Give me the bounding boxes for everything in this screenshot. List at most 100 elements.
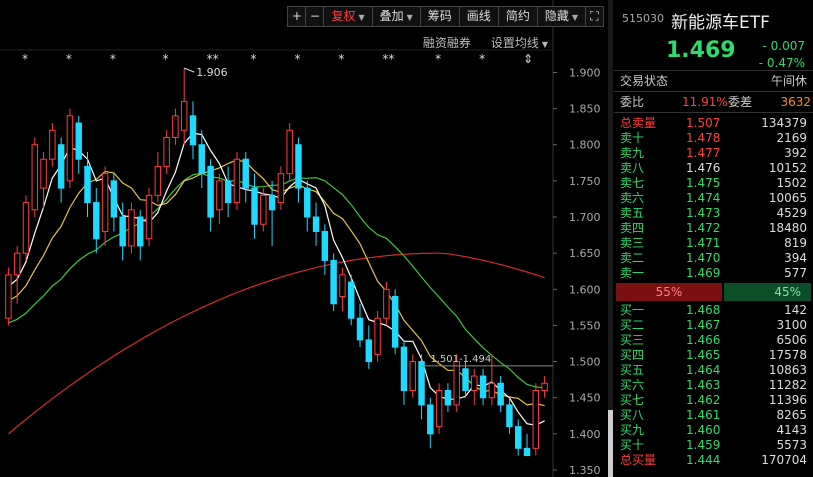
- ask-label: 卖七: [620, 176, 645, 190]
- y-tick-label: 1.550: [569, 319, 601, 332]
- zoom-in-button[interactable]: +: [287, 6, 307, 27]
- ask-level-row[interactable]: 卖九 1.477 392: [614, 146, 813, 161]
- bid-price: 1.468: [686, 303, 721, 317]
- ask-price: 1.477: [686, 146, 721, 160]
- bid-level-row[interactable]: 买二 1.467 3100: [614, 318, 813, 333]
- candle-body: [330, 259, 337, 305]
- bid-price: 1.465: [686, 348, 721, 362]
- ask-level-row[interactable]: 卖三 1.471 819: [614, 236, 813, 251]
- bid-level-row[interactable]: 买三 1.466 6506: [614, 333, 813, 348]
- change-percent: - 0.47%: [758, 56, 805, 70]
- bid-label: 买二: [620, 318, 645, 332]
- wb-label: 委比: [620, 95, 645, 109]
- ask-label: 总卖量: [620, 116, 657, 130]
- bid-level-row[interactable]: 买八 1.461 8265: [614, 408, 813, 423]
- draw-line-button[interactable]: 画线: [458, 6, 499, 27]
- candle-body: [400, 346, 408, 391]
- bid-price: 1.461: [686, 408, 721, 422]
- total-bid-row[interactable]: 总买量 1.444 170704: [614, 453, 813, 468]
- candle-body: [427, 404, 434, 435]
- candle-body: [268, 194, 276, 211]
- hide-dropdown[interactable]: 隐藏 ▼: [536, 6, 586, 27]
- bid-level-row[interactable]: 买七 1.462 11396: [614, 393, 813, 408]
- ask-label: 卖十: [620, 131, 645, 145]
- bid-volume: 10863: [768, 363, 807, 377]
- wc-label: 委差: [728, 95, 753, 109]
- bid-level-row[interactable]: 买五 1.464 10863: [614, 363, 813, 378]
- bid-volume: 11282: [768, 378, 807, 392]
- range-label: 1.501-1.494: [430, 354, 491, 365]
- candle-body: [479, 375, 487, 399]
- ma-settings-dropdown[interactable]: 设置均线 ▼: [491, 34, 548, 51]
- chevron-down-icon: ▼: [358, 13, 365, 22]
- ask-level-row[interactable]: 卖五 1.473 4529: [614, 206, 813, 221]
- y-tick-label: 1.750: [569, 175, 601, 188]
- kline-chart[interactable]: 1.900 1.850 1.800 1.750 1.700 1.650 1.600 1.550…: [0, 0, 608, 477]
- chevron-down-icon: ▼: [406, 13, 413, 22]
- ask-book: 总卖量 1.507 134379 卖十 1.478 2169 卖九 1.477 392 卖八 1.4…: [614, 113, 813, 281]
- bid-volume: 11396: [768, 393, 807, 407]
- ask-volume: 10152: [768, 161, 807, 175]
- candle-body: [515, 426, 522, 449]
- candle-body: [163, 137, 170, 167]
- candle-body: [312, 216, 320, 232]
- margin-trading-button[interactable]: 融资融券: [423, 34, 471, 51]
- candle-body: [391, 296, 399, 348]
- bid-price: 1.464: [686, 363, 721, 377]
- y-tick-label: 1.500: [569, 356, 601, 369]
- candle-body: [453, 361, 460, 406]
- zoom-out-button[interactable]: −: [305, 6, 325, 27]
- ask-level-row[interactable]: 卖一 1.469 577: [614, 266, 813, 281]
- simple-mode-button[interactable]: 简约: [497, 6, 538, 27]
- bid-label: 买四: [620, 348, 645, 362]
- ask-level-row[interactable]: 卖八 1.476 10152: [614, 161, 813, 176]
- ask-level-row[interactable]: 卖四 1.472 18480: [614, 221, 813, 236]
- security-code: 515030: [622, 12, 664, 25]
- total-ask-row[interactable]: 总卖量 1.507 134379: [614, 116, 813, 131]
- ask-volume: 10065: [768, 191, 807, 205]
- bid-label: 总买量: [620, 453, 657, 467]
- y-tick-label: 1.600: [569, 283, 601, 296]
- candle-body: [137, 216, 144, 247]
- ma60-line: [8, 252, 545, 435]
- y-tick-label: 1.650: [569, 247, 601, 260]
- event-marker: *: [479, 52, 485, 66]
- ask-level-row[interactable]: 卖十 1.478 2169: [614, 131, 813, 146]
- candle-body: [277, 173, 285, 204]
- order-ratio-row: 委比 11.91% 委差 3632: [614, 92, 813, 113]
- security-name: 新能源车ETF: [671, 13, 770, 33]
- change-value: - 0.007: [762, 39, 806, 53]
- y-tick-label: 1.350: [569, 464, 601, 477]
- ask-level-row[interactable]: 卖六 1.474 10065: [614, 191, 813, 206]
- ask-level-row[interactable]: 卖七 1.475 1502: [614, 176, 813, 191]
- candle-body: [444, 389, 452, 406]
- ask-level-row[interactable]: 卖二 1.470 394: [614, 251, 813, 266]
- scrollbar-thumb[interactable]: [608, 410, 613, 477]
- bid-level-row[interactable]: 买十 1.459 5573: [614, 438, 813, 453]
- event-marker: **: [382, 52, 394, 66]
- event-marker: *: [110, 52, 116, 66]
- bid-price: 1.466: [686, 333, 721, 347]
- expand-icon[interactable]: ⛶: [585, 6, 604, 27]
- scrollbar[interactable]: [608, 0, 613, 477]
- bid-level-row[interactable]: 买九 1.460 4143: [614, 423, 813, 438]
- bid-level-row[interactable]: 买四 1.465 17578: [614, 348, 813, 363]
- overlay-dropdown[interactable]: 叠加 ▼: [371, 6, 421, 27]
- bid-volume: 4143: [776, 423, 807, 437]
- bid-volume: 142: [784, 303, 807, 317]
- candle-body: [93, 202, 100, 240]
- ask-price: 1.507: [686, 116, 721, 130]
- chips-button[interactable]: 筹码: [419, 6, 460, 27]
- bid-level-row[interactable]: 买一 1.468 142: [614, 303, 813, 318]
- candle-body: [207, 165, 214, 218]
- bid-level-row[interactable]: 买六 1.463 11282: [614, 378, 813, 393]
- candle-body: [5, 274, 12, 319]
- fuquan-dropdown[interactable]: 复权 ▼: [323, 6, 373, 27]
- ask-volume: 394: [784, 251, 807, 265]
- candle-body: [128, 209, 135, 247]
- ask-label: 卖六: [620, 191, 645, 205]
- candle-body: [260, 194, 267, 225]
- kline-chart-area[interactable]: 1.900 1.850 1.800 1.750 1.700 1.650 1.600 1.550…: [0, 0, 608, 477]
- bid-label: 买三: [620, 333, 645, 347]
- event-marker: *: [338, 52, 344, 66]
